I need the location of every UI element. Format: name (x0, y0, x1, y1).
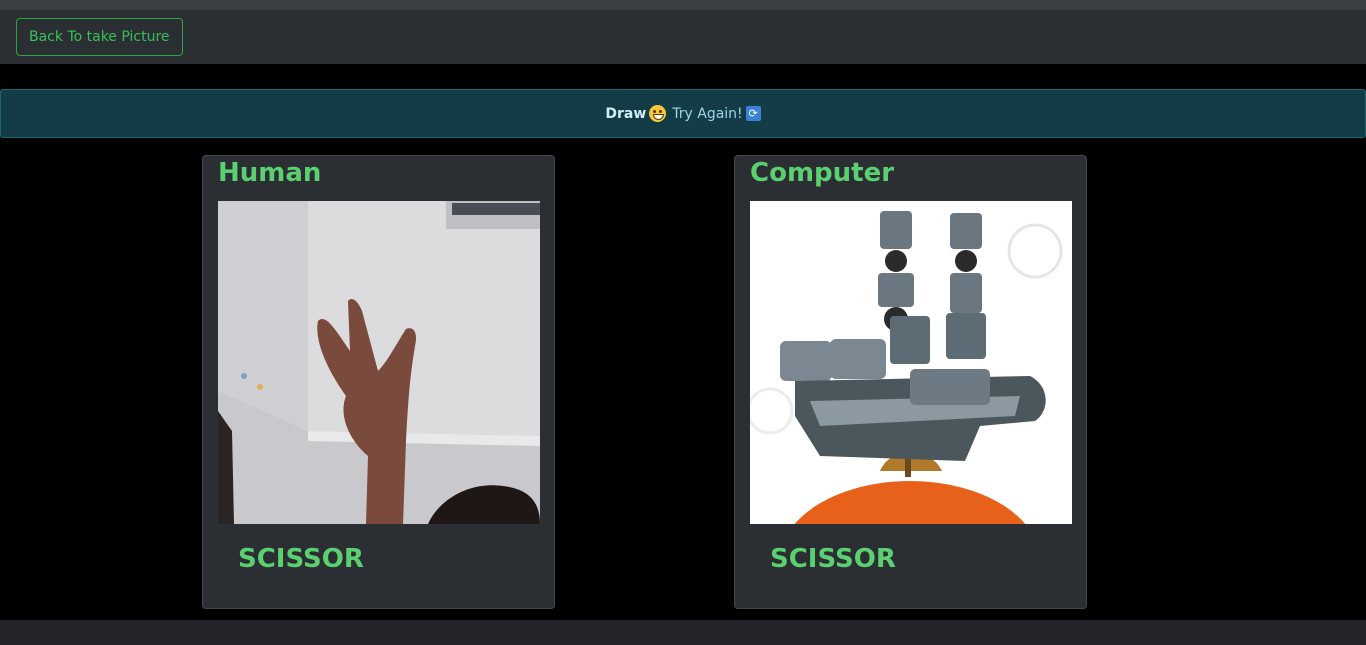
top-strip (0, 0, 1366, 10)
result-text: Draw (605, 105, 647, 122)
repeat-icon: ⟳ (745, 106, 761, 121)
result-alert: Draw Try Again! ⟳ (0, 89, 1366, 138)
human-card: Human SCISSOR (202, 155, 555, 609)
human-title: Human (218, 158, 322, 188)
human-photo (218, 201, 540, 524)
grinning-face-icon (649, 105, 667, 122)
computer-photo (750, 201, 1072, 524)
footer (0, 620, 1366, 645)
alert-message: Try Again! (672, 105, 743, 122)
computer-title: Computer (750, 158, 895, 188)
back-to-take-picture-button[interactable]: Back To take Picture (16, 18, 183, 56)
computer-card: Computer SCISSOR (734, 155, 1087, 609)
computer-choice: SCISSOR (770, 544, 896, 574)
human-choice: SCISSOR (238, 544, 364, 574)
navbar: Back To take Picture (0, 10, 1366, 64)
